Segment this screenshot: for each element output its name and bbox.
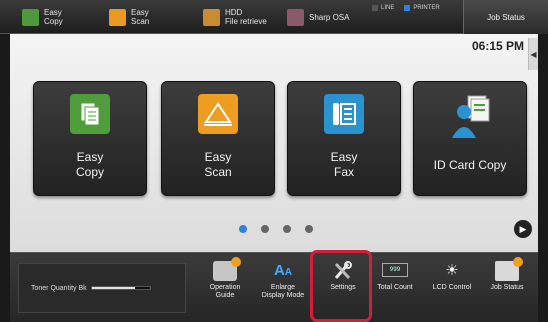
id-card-copy-button[interactable]: ID Card Copy <box>413 81 527 196</box>
easy-copy-button[interactable]: Easy Copy <box>33 81 147 196</box>
shortcut-easy-copy[interactable]: Easy Copy <box>22 5 63 29</box>
scan-icon <box>198 94 238 134</box>
page-dot[interactable] <box>283 225 291 233</box>
line-led-icon <box>372 5 378 11</box>
system-bar: Toner Quantity Bk Operation Guide AA Enl… <box>10 250 538 322</box>
job-status-button[interactable]: Job Status <box>463 0 548 34</box>
home-screen: 06:15 PM ◀ Easy Copy Easy Scan Easy Fax … <box>10 34 538 252</box>
shortcut-bar: Easy Copy Easy Scan HDD File retrieve Sh… <box>0 0 548 34</box>
job-status-bottom-button[interactable]: Job Status <box>478 257 536 317</box>
shortcut-label: Easy Scan <box>131 8 150 26</box>
enlarge-display-mode-button[interactable]: AA Enlarge Display Mode <box>254 259 312 317</box>
line-status-label: LINE <box>381 5 395 11</box>
printer-led-icon <box>404 5 411 11</box>
id-card-icon <box>450 94 490 138</box>
copy-icon <box>22 8 39 26</box>
bottom-item-label: Enlarge Display Mode <box>261 284 305 299</box>
side-panel-tab[interactable]: ◀ <box>528 38 538 70</box>
chevron-left-icon: ◀ <box>530 49 537 59</box>
enlarge-icon: AA <box>273 262 293 279</box>
next-page-button[interactable]: ▶ <box>514 220 532 238</box>
printer-icon <box>495 257 523 281</box>
osa-icon <box>287 8 304 26</box>
bottom-item-label: LCD Control <box>432 284 472 291</box>
brightness-icon: ☀ <box>445 262 459 279</box>
toner-quantity: Toner Quantity Bk <box>18 263 186 313</box>
shortcut-easy-scan[interactable]: Easy Scan <box>109 5 149 29</box>
toner-level-bar <box>90 286 151 290</box>
total-count-button[interactable]: 999 Total Count <box>366 259 424 317</box>
bottom-item-label: Total Count <box>377 284 413 291</box>
operation-guide-button[interactable]: Operation Guide <box>196 257 254 317</box>
page-indicator <box>239 225 327 233</box>
warning-badge-icon <box>513 257 523 267</box>
fax-icon <box>324 94 364 134</box>
tile-label: ID Card Copy <box>433 158 507 172</box>
shortcut-hdd-file-retrieve[interactable]: HDD File retrieve <box>203 5 267 29</box>
shortcut-label: Easy Copy <box>44 8 63 26</box>
shortcut-sharp-osa[interactable]: Sharp OSA <box>287 5 349 29</box>
bottom-item-label: Job Status <box>490 284 524 291</box>
question-badge-icon <box>231 257 241 267</box>
toner-label: Toner Quantity Bk <box>31 284 87 292</box>
counter-icon: 999 <box>382 263 408 277</box>
printer-status-label: PRINTER <box>413 5 440 11</box>
scan-icon <box>109 8 126 26</box>
play-icon: ▶ <box>519 223 527 234</box>
easy-fax-button[interactable]: Easy Fax <box>287 81 401 196</box>
page-dot[interactable] <box>305 225 313 233</box>
status-indicators: LINE PRINTER <box>372 5 440 11</box>
clock: 06:15 PM <box>471 39 524 53</box>
lcd-control-button[interactable]: ☀ LCD Control <box>423 259 481 317</box>
guide-icon <box>213 257 241 281</box>
tile-label: Easy Copy <box>75 150 104 179</box>
tile-label: Easy Fax <box>330 150 358 179</box>
shortcut-label: Sharp OSA <box>309 12 350 22</box>
settings-highlight-frame <box>310 250 372 322</box>
toner-level-fill <box>91 287 136 289</box>
folder-icon <box>203 8 220 26</box>
shortcut-label: HDD File retrieve <box>225 8 267 26</box>
tile-label: Easy Scan <box>204 150 232 179</box>
copy-icon <box>70 94 110 134</box>
bottom-item-label: Operation Guide <box>209 284 241 299</box>
page-dot[interactable] <box>261 225 269 233</box>
page-dot-active[interactable] <box>239 225 247 233</box>
easy-scan-button[interactable]: Easy Scan <box>161 81 275 196</box>
